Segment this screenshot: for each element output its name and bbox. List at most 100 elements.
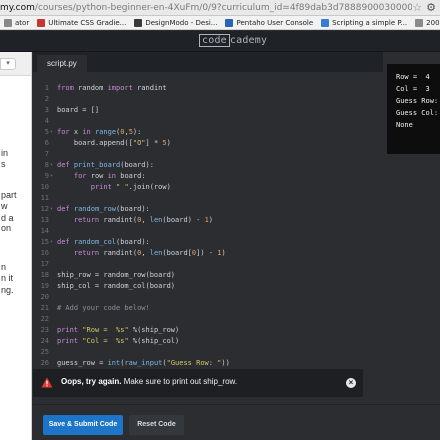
code-line: 7 — [33, 149, 383, 160]
code-line: 4 — [33, 116, 383, 127]
code-line: 13 return randint(0, len(board) - 1) — [33, 215, 383, 226]
fold-arrow-icon[interactable]: ▾ — [50, 237, 53, 248]
code-text: ship_row = random_row(board) — [57, 271, 176, 279]
bookmark-item[interactable]: 2009 / Podalida — [411, 18, 440, 27]
line-number: 12 — [40, 205, 49, 213]
code-line: 15 ▾ def random_col(board): — [33, 237, 383, 248]
line-number: 2 — [44, 95, 49, 103]
line-number: 9 — [44, 172, 49, 180]
bookmark-item[interactable]: Ultimate CSS Gradie... — [33, 18, 130, 27]
code-line: 9 ▾ for row in board: — [33, 171, 383, 182]
line-number: 15 — [40, 238, 49, 246]
bookmark-label: 2009 / Podalida — [426, 18, 440, 27]
editor-tab-strip: script.py — [33, 52, 383, 72]
console-line: None — [396, 121, 413, 129]
codecademy-logo[interactable]: code cademy — [199, 34, 267, 47]
bookmark-star-icon[interactable]: ☆ — [412, 0, 422, 15]
logo-left: code — [199, 34, 230, 47]
code-text: print " ".join(row) — [90, 183, 171, 191]
bookmark-favicon-icon — [225, 18, 234, 27]
code-text: # Add your code below! — [57, 304, 150, 312]
line-number: 26 — [40, 359, 49, 367]
output-console: Row = 4 Col = 3 Guess Row: Guess Col: None — [387, 64, 440, 154]
tab-script-py[interactable]: script.py — [37, 55, 87, 72]
code-text: board = [] — [57, 106, 100, 114]
code-text: def print_board(board): — [57, 161, 154, 169]
line-number: 19 — [40, 282, 49, 290]
code-text: def random_row(board): — [57, 205, 150, 213]
save-submit-button[interactable]: Save & Submit Code — [43, 415, 123, 435]
code-text: for row in board: — [73, 172, 146, 180]
code-text: print "Row = %s" %(ship_row) — [57, 326, 180, 334]
fold-arrow-icon[interactable]: ▾ — [50, 171, 53, 182]
code-line: 8 ▾ def print_board(board): — [33, 160, 383, 171]
lesson-text-fragment: on — [1, 223, 12, 233]
bookmark-item[interactable]: ator — [0, 18, 33, 27]
action-bar: Save & Submit Code Reset Code — [33, 404, 440, 440]
line-number: 18 — [40, 271, 49, 279]
bookmark-item[interactable]: Scripting a simple P... — [317, 18, 411, 27]
code-line: 3 board = [] — [33, 105, 383, 116]
browser-url-bar[interactable]: my.com/courses/python-beginner-en-4XuFm/… — [0, 0, 440, 16]
code-text: def random_col(board): — [57, 238, 150, 246]
line-number: 25 — [40, 348, 49, 356]
error-strong: Oops, try again. — [61, 377, 122, 386]
url-path: /courses/python-beginner-en-4XuFm/0/9?cu… — [34, 3, 425, 13]
line-number: 7 — [44, 150, 49, 158]
code-line: 19 ship_col = random_col(board) — [33, 281, 383, 292]
bookmark-item[interactable]: Pentaho User Console — [221, 18, 317, 27]
code-line: 24 print "Col = %s" %(ship_col) — [33, 336, 383, 347]
lesson-text-fragment: s — [1, 159, 6, 169]
lesson-text-fragment: ng. — [1, 285, 14, 295]
error-message: Oops, try again. Make sure to print out … — [61, 377, 237, 386]
close-icon[interactable]: × — [346, 378, 356, 388]
code-line: 5 ▾ for x in range(0,5): — [33, 127, 383, 138]
lesson-text-fragment: w — [1, 201, 8, 211]
console-line: Guess Col: — [396, 109, 439, 117]
console-line: Guess Row: — [396, 97, 439, 105]
bookmark-label: Scripting a simple P... — [332, 18, 408, 27]
line-number: 21 — [40, 304, 49, 312]
code-line: 16 return randint(0, len(board[0]) - 1) — [33, 248, 383, 259]
fold-arrow-icon[interactable]: ▾ — [50, 127, 53, 138]
reset-code-button[interactable]: Reset Code — [129, 415, 184, 435]
bookmark-item[interactable]: DesignModo - Desi... — [130, 18, 221, 27]
lesson-panel-toolbar: ▾ — [0, 52, 31, 76]
code-line: 14 — [33, 226, 383, 237]
code-line: 18 ship_row = random_row(board) — [33, 270, 383, 281]
settings-gear-icon[interactable]: ⚙ — [426, 0, 436, 15]
lesson-text-fragment: part — [1, 190, 17, 200]
lesson-text-fragment: in — [1, 148, 9, 158]
line-number: 11 — [40, 194, 49, 202]
lesson-nav-dropdown-icon[interactable]: ▾ — [0, 58, 16, 70]
fold-arrow-icon[interactable]: ▾ — [50, 204, 53, 215]
code-text: from random import randint — [57, 84, 167, 92]
fold-arrow-icon[interactable]: ▾ — [50, 160, 53, 171]
code-text: guess_row = int(raw_input("Guess Row: ")… — [57, 359, 230, 367]
line-number: 24 — [40, 337, 49, 345]
bookmark-favicon-icon — [415, 18, 424, 27]
bookmark-label: Ultimate CSS Gradie... — [48, 18, 127, 27]
bookmark-favicon-icon — [134, 18, 143, 27]
code-text: print "Col = %s" %(ship_col) — [57, 337, 180, 345]
bookmark-label: Pentaho User Console — [236, 18, 314, 27]
lesson-panel: ▾ in s part w d a on n n it ng. — [0, 52, 32, 440]
code-line: 10 print " ".join(row) — [33, 182, 383, 193]
code-line: 23 print "Row = %s" %(ship_row) — [33, 325, 383, 336]
bookmark-favicon-icon — [321, 18, 330, 27]
error-detail: Make sure to print out ship_row. — [121, 377, 238, 386]
code-text: board.append(["O"] * 5) — [57, 139, 171, 147]
code-text: return randint(0, len(board) - 1) — [73, 216, 213, 224]
lesson-text-fragment: d a — [1, 213, 14, 223]
line-number: 22 — [40, 315, 49, 323]
code-text: ship_col = random_col(board) — [57, 282, 176, 290]
code-line: 22 — [33, 314, 383, 325]
code-editor[interactable]: 1 from random import randint 2 3 board = [] 4… — [33, 72, 383, 372]
lesson-text-fragment: n it — [1, 273, 14, 283]
code-line: 20 — [33, 292, 383, 303]
line-number: 10 — [40, 183, 49, 191]
code-text: return randint(0, len(board[0]) - 1) — [73, 249, 226, 257]
console-line: Col = 3 — [396, 85, 430, 93]
bookmark-favicon-icon — [37, 18, 46, 27]
code-line: 11 — [33, 193, 383, 204]
